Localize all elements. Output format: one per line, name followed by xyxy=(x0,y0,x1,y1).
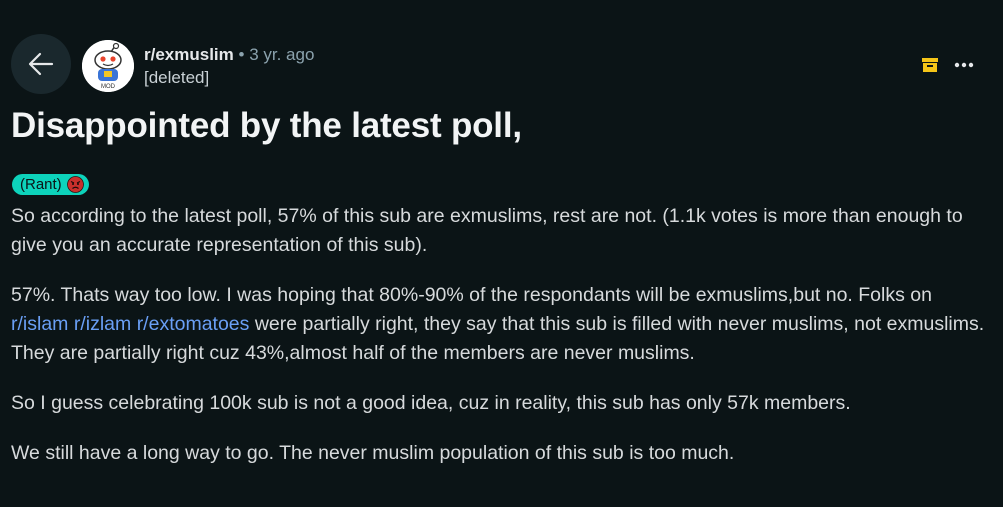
meta-separator: • xyxy=(238,45,245,64)
body-paragraph-1: So according to the latest poll, 57% of … xyxy=(11,205,963,256)
post-meta: r/exmuslim • 3 yr. ago [deleted] xyxy=(144,44,314,89)
subreddit-name-link[interactable]: r/exmuslim xyxy=(144,45,234,64)
post-flair[interactable]: (Rant) xyxy=(12,174,89,195)
back-arrow-icon xyxy=(28,52,54,76)
more-options-icon[interactable] xyxy=(953,58,975,72)
body-paragraph-4: We still have a long way to go. The neve… xyxy=(11,442,735,464)
body-paragraph-2: 57%. Thats way too low. I was hoping tha… xyxy=(11,281,991,368)
subreddit-link-izlam[interactable]: r/izlam xyxy=(74,313,131,335)
subreddit-link-extomatoes[interactable]: r/extomatoes xyxy=(137,313,250,335)
post-author[interactable]: [deleted] xyxy=(144,67,314,89)
angry-face-icon xyxy=(66,176,84,193)
save-archive-icon[interactable] xyxy=(921,56,939,74)
back-button[interactable] xyxy=(11,34,71,94)
flair-label: (Rant) xyxy=(20,176,62,193)
paragraph-2-text-start: 57%. Thats way too low. I was hoping tha… xyxy=(11,284,932,306)
post-title: Disappointed by the latest poll, xyxy=(11,106,522,145)
body-paragraph-3: So I guess celebrating 100k sub is not a… xyxy=(11,392,851,414)
svg-text:MOD: MOD xyxy=(101,84,116,90)
subreddit-snoo-avatar-icon: MOD xyxy=(82,40,134,92)
post-body: So according to the latest poll, 57% of … xyxy=(11,202,991,489)
post-time: 3 yr. ago xyxy=(249,45,315,64)
post-page: MOD r/exmuslim • 3 yr. ago [deleted] Dis… xyxy=(0,0,1003,507)
subreddit-avatar[interactable]: MOD xyxy=(82,40,134,92)
subreddit-link-islam[interactable]: r/islam xyxy=(11,313,68,335)
